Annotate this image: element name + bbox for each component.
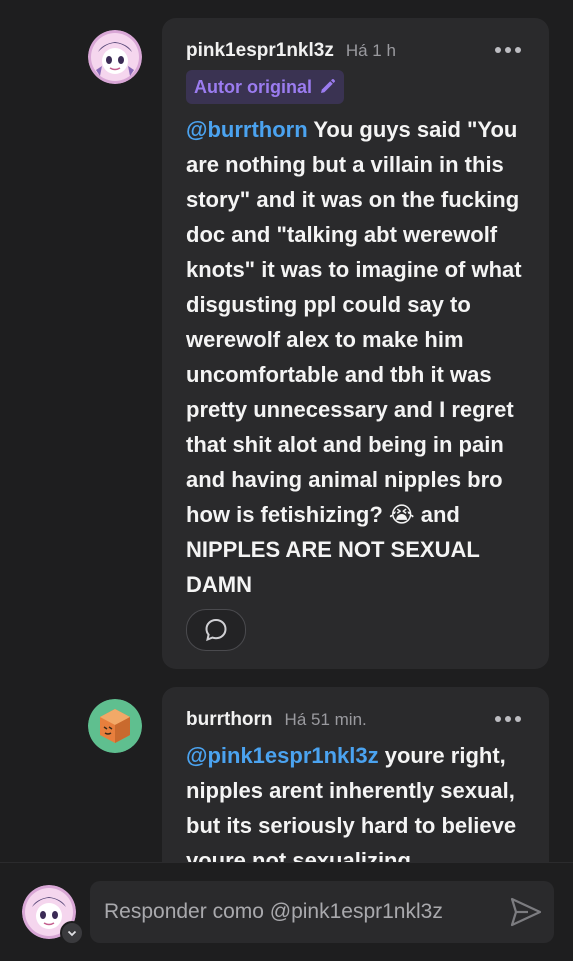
comment-body: @pink1espr1nkl3z youre right, nipples ar…	[186, 738, 536, 862]
comment-username[interactable]: pink1espr1nkl3z	[186, 40, 334, 62]
send-arrow-icon[interactable]	[508, 895, 544, 929]
more-horizontal-icon	[495, 716, 501, 722]
reply-composer: Responder como @pink1espr1nkl3z	[0, 862, 573, 961]
comment-text: You guys said "You are nothing but a vil…	[186, 117, 522, 597]
more-horizontal-icon	[495, 47, 501, 53]
account-switch-button[interactable]	[60, 921, 84, 945]
comment-header: burrthorn Há 51 min.	[186, 709, 367, 731]
speech-bubble-icon	[205, 618, 227, 642]
reply-input-placeholder: Responder como @pink1espr1nkl3z	[104, 900, 443, 923]
comment-thread: pink1espr1nkl3z Há 1 h Autor original @b…	[0, 0, 573, 862]
comment-timestamp: Há 1 h	[345, 41, 396, 60]
avatar[interactable]	[88, 30, 142, 84]
comment: pink1espr1nkl3z Há 1 h Autor original @b…	[88, 18, 549, 669]
comment-username[interactable]: burrthorn	[186, 709, 273, 731]
mention-link[interactable]: @burrthorn	[186, 117, 308, 142]
comment-timestamp: Há 51 min.	[284, 710, 367, 729]
comment-card: burrthorn Há 51 min. @pink1espr1nkl3z yo…	[162, 687, 549, 862]
avatar[interactable]	[88, 699, 142, 753]
badge-label: Autor original	[194, 76, 312, 97]
chevron-down-icon	[67, 930, 77, 937]
comment-body: @burrthorn You guys said "You are nothin…	[186, 112, 536, 602]
original-author-badge: Autor original	[186, 70, 344, 104]
comment-card: pink1espr1nkl3z Há 1 h Autor original @b…	[162, 18, 549, 669]
more-options-button[interactable]	[495, 44, 521, 56]
pencil-icon	[321, 78, 336, 93]
mention-link[interactable]: @pink1espr1nkl3z	[186, 743, 379, 768]
comment-header: pink1espr1nkl3z Há 1 h	[186, 40, 396, 62]
reply-button[interactable]	[186, 609, 246, 651]
more-options-button[interactable]	[495, 713, 521, 725]
reply-input[interactable]: Responder como @pink1espr1nkl3z	[90, 881, 554, 943]
comment: burrthorn Há 51 min. @pink1espr1nkl3z yo…	[88, 687, 549, 862]
